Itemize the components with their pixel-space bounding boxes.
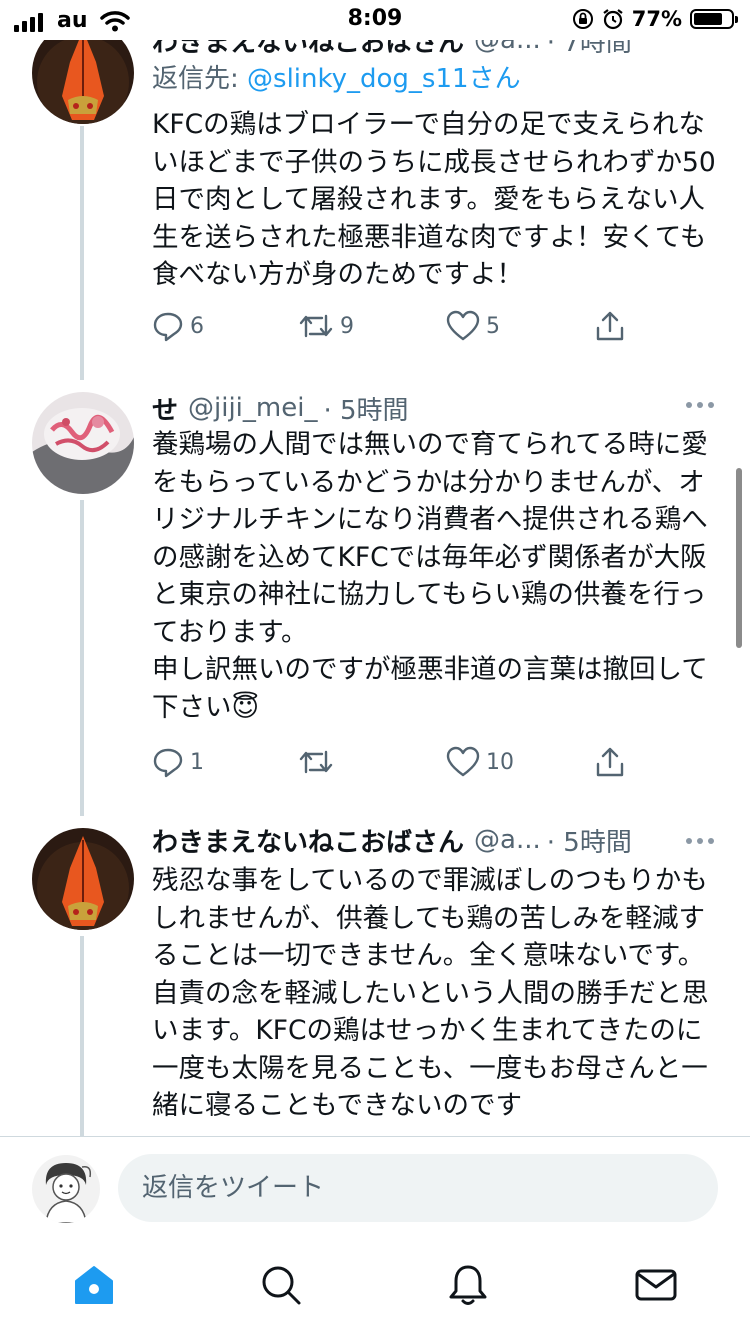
like-count: 5 <box>486 313 500 339</box>
reply-button[interactable]: 1 <box>152 746 204 778</box>
reply-icon <box>153 312 183 342</box>
tweet-text: 養鶏場の人間では無いので育てられてる時に愛をもらっているかどうかは分かりませんが… <box>152 429 708 723</box>
share-button[interactable] <box>594 310 626 342</box>
retweet-icon <box>299 314 333 338</box>
home-icon <box>75 1266 113 1304</box>
user-handle[interactable]: @a... <box>474 825 541 855</box>
retweet-count: 9 <box>340 313 354 339</box>
tweet[interactable]: せ @jiji_mei_ · 5時間 養鶏場の人間では無いので育てられてる時に愛… <box>0 380 750 816</box>
reply-count: 1 <box>190 749 204 775</box>
reply-button[interactable]: 6 <box>152 310 204 342</box>
tweet-thread[interactable]: わきまえないねこおばさん @a... · 7時間 返信先: @slinky_do… <box>0 0 750 1136</box>
tab-messages[interactable] <box>634 1263 678 1307</box>
like-count: 10 <box>486 749 514 775</box>
replying-to: 返信先: @slinky_dog_s11さん <box>152 58 521 95</box>
tab-bar <box>0 1237 750 1334</box>
rotation-lock-icon <box>572 9 593 29</box>
like-button[interactable]: 10 <box>446 746 514 778</box>
heart-icon <box>446 310 480 341</box>
tweet-actions: 6 9 5 <box>152 310 632 350</box>
mention-link[interactable]: @slinky_dog_s11さん <box>247 64 521 94</box>
share-icon <box>596 747 624 777</box>
tab-notifications[interactable] <box>446 1263 490 1307</box>
tweet-time: · 5時間 <box>546 827 632 858</box>
tweet[interactable]: わきまえないねこおばさん @a... · 7時間 返信先: @slinky_do… <box>0 0 750 380</box>
avatar[interactable] <box>32 392 134 494</box>
tab-home[interactable] <box>72 1263 116 1307</box>
retweet-icon <box>299 750 333 774</box>
display-name[interactable]: わきまえないねこおばさん <box>152 822 464 859</box>
tweet-actions: 1 10 <box>152 746 632 786</box>
tab-search[interactable] <box>259 1263 303 1307</box>
display-name[interactable]: せ <box>152 390 178 427</box>
share-button[interactable] <box>594 746 626 778</box>
tweet-text: KFCの鶏はブロイラーで自分の足で支えられないほどまで子供のうちに成長させられわ… <box>152 109 716 290</box>
user-handle[interactable]: @jiji_mei_ <box>188 393 317 423</box>
tweet-time: · 5時間 <box>323 395 409 426</box>
status-bar: au 8:09 77% <box>0 0 750 40</box>
scroll-indicator[interactable] <box>736 468 742 648</box>
alarm-icon <box>603 9 623 30</box>
like-button[interactable]: 5 <box>446 310 500 342</box>
more-options-icon[interactable] <box>686 838 714 844</box>
envelope-icon <box>635 1269 677 1301</box>
more-options-icon[interactable] <box>686 402 714 408</box>
tweet-text: 残忍な事をしているので罪滅ぼしのつもりかもしれませんが、供養しても鶏の苦しみを軽… <box>152 865 709 1121</box>
heart-icon <box>446 746 480 777</box>
share-icon <box>596 311 624 341</box>
search-icon <box>262 1266 301 1305</box>
battery-percent: 77% <box>631 7 682 31</box>
reply-input[interactable] <box>118 1154 718 1222</box>
avatar[interactable] <box>32 828 134 930</box>
reply-to-label: 返信先: <box>152 64 248 94</box>
tweet[interactable]: わきまえないねこおばさん @a... · 5時間 残忍な事をしているので罪滅ぼし… <box>0 816 750 1136</box>
retweet-button[interactable] <box>298 746 340 778</box>
bell-icon <box>449 1265 487 1305</box>
my-avatar[interactable] <box>32 1155 100 1223</box>
retweet-button[interactable]: 9 <box>298 310 354 342</box>
reply-icon <box>153 748 183 778</box>
battery-icon <box>690 9 738 29</box>
reply-count: 6 <box>190 313 204 339</box>
reply-composer <box>0 1136 750 1237</box>
